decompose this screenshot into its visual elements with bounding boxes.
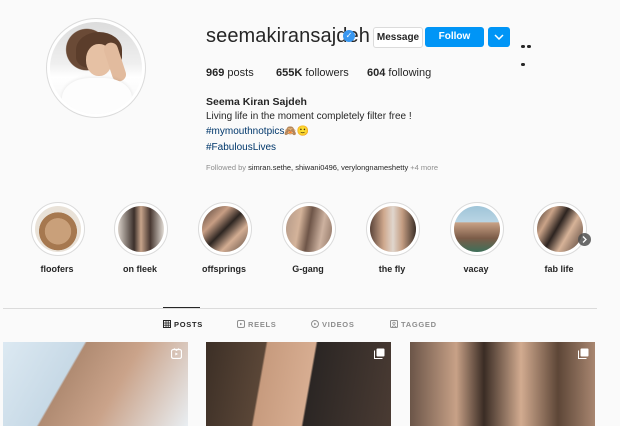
tab-posts-label: POSTS	[174, 320, 203, 329]
igtv-icon	[171, 348, 182, 359]
tab-posts[interactable]: POSTS	[163, 320, 203, 329]
highlight-item[interactable]	[282, 202, 336, 256]
highlight-cover[interactable]	[198, 202, 252, 256]
highlight-image	[286, 206, 332, 252]
grid-icon	[163, 320, 171, 329]
highlight-image	[537, 206, 583, 252]
suggested-dropdown-button[interactable]	[488, 27, 510, 47]
posts-label: posts	[224, 67, 254, 79]
highlight-item[interactable]	[366, 202, 420, 256]
highlight-label[interactable]: on fleek	[100, 264, 180, 274]
highlight-cover[interactable]	[114, 202, 168, 256]
posts-count: 969	[206, 67, 225, 79]
highlight-item[interactable]	[31, 202, 85, 256]
highlight-item[interactable]	[198, 202, 252, 256]
followers-count: 655K	[276, 67, 303, 79]
bio-hashtag-link[interactable]: #mymouthnotpics🙈🙂	[206, 126, 309, 137]
chevron-right-icon	[582, 236, 587, 243]
highlight-item[interactable]	[533, 202, 587, 256]
chevron-down-icon	[494, 34, 504, 40]
avatar-photo	[50, 22, 142, 114]
following-stat[interactable]: 604 following	[367, 67, 431, 79]
active-tab-indicator	[163, 307, 200, 308]
reels-icon	[237, 320, 245, 329]
verified-badge-icon: ✓	[343, 30, 355, 42]
post-thumbnail[interactable]	[206, 342, 391, 426]
tagged-icon	[390, 320, 398, 329]
highlight-cover[interactable]	[450, 202, 504, 256]
followed-by-text[interactable]: Followed by simran.sethe, shiwani0496, v…	[206, 163, 438, 172]
tabs-divider	[3, 308, 597, 309]
tab-reels-label: REELS	[248, 320, 277, 329]
carousel-icon	[578, 348, 589, 359]
highlight-image	[454, 206, 500, 252]
tab-videos-label: VIDEOS	[322, 320, 355, 329]
highlight-item[interactable]	[114, 202, 168, 256]
followed-by-more[interactable]: +4 more	[408, 163, 438, 172]
highlight-label[interactable]: the fly	[352, 264, 432, 274]
highlight-image	[370, 206, 416, 252]
highlight-label[interactable]: fab life	[519, 264, 599, 274]
post-thumbnail[interactable]	[3, 342, 188, 426]
followers-stat[interactable]: 655K followers	[276, 67, 349, 79]
followers-label: followers	[302, 67, 349, 79]
bio-hashtag-link[interactable]: #FabulousLives	[206, 142, 276, 153]
highlight-item[interactable]	[450, 202, 504, 256]
message-button[interactable]: Message	[373, 27, 423, 48]
highlight-label[interactable]: offsprings	[184, 264, 264, 274]
highlight-image	[35, 206, 81, 252]
more-options-icon[interactable]	[521, 35, 537, 66]
followed-by-names[interactable]: simran.sethe, shiwani0496, verylongnames…	[248, 163, 408, 172]
highlight-label[interactable]: G-gang	[268, 264, 348, 274]
tab-tagged-label: TAGGED	[401, 320, 437, 329]
highlight-label[interactable]: vacay	[436, 264, 516, 274]
highlight-image	[202, 206, 248, 252]
tab-tagged[interactable]: TAGGED	[390, 320, 437, 329]
posts-count-stat: 969 posts	[206, 67, 254, 79]
carousel-icon	[374, 348, 385, 359]
tab-reels[interactable]: REELS	[237, 320, 277, 329]
tab-videos[interactable]: VIDEOS	[311, 320, 355, 329]
bio-text: Living life in the moment completely fil…	[206, 111, 412, 122]
highlight-label[interactable]: floofers	[17, 264, 97, 274]
highlight-cover[interactable]	[282, 202, 336, 256]
highlight-image	[118, 206, 164, 252]
highlight-cover[interactable]	[31, 202, 85, 256]
post-thumbnail[interactable]	[410, 342, 595, 426]
follow-button[interactable]: Follow	[425, 27, 484, 47]
video-icon	[311, 320, 319, 329]
highlight-cover[interactable]	[366, 202, 420, 256]
profile-full-name: Seema Kiran Sajdeh	[206, 96, 307, 108]
highlights-next-button[interactable]	[578, 233, 591, 246]
profile-avatar[interactable]	[46, 18, 146, 118]
following-label: following	[385, 67, 432, 79]
following-count: 604	[367, 67, 386, 79]
followed-by-prefix: Followed by	[206, 163, 249, 172]
highlight-cover[interactable]	[533, 202, 587, 256]
